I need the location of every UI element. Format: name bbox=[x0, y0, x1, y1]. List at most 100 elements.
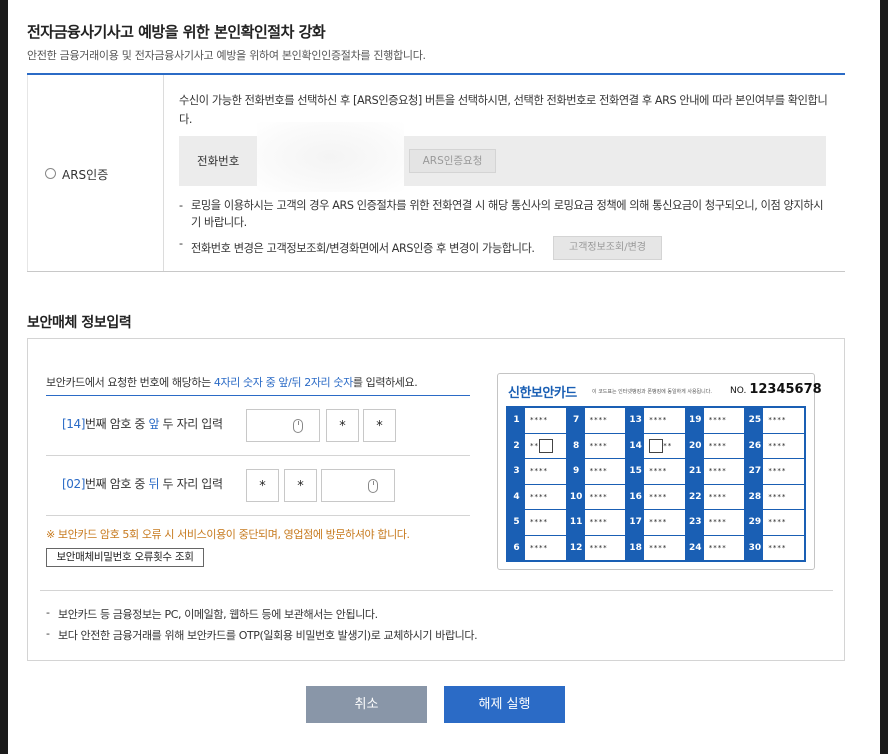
card-cell-value: **** bbox=[644, 459, 685, 484]
card-cell-value: **** bbox=[703, 408, 745, 433]
label-text: 번째 암호 중 bbox=[85, 417, 149, 431]
card-cell-value: **** bbox=[584, 535, 626, 560]
card-cell-value: **** bbox=[703, 510, 745, 535]
card-cell-number: 22 bbox=[689, 491, 702, 502]
mouse-icon bbox=[368, 479, 378, 493]
card-cell: 8 **** bbox=[568, 433, 626, 458]
code-row-front-label: [14]번째 암호 중 앞 두 자리 입력 bbox=[62, 415, 223, 432]
card-cell: 26 **** bbox=[746, 433, 804, 458]
card-cell-value: **** bbox=[703, 433, 745, 458]
card-cell: 3 **** bbox=[508, 459, 566, 484]
card-number-prefix: NO. bbox=[730, 386, 747, 396]
mouse-icon bbox=[293, 419, 303, 433]
card-cell-number: 7 bbox=[572, 415, 580, 426]
card-number-value: 12345678 bbox=[749, 382, 822, 397]
card-cell-number: 5 bbox=[513, 517, 520, 528]
card-cell-value: **** bbox=[703, 535, 745, 560]
page: 전자금융사기사고 예방을 위한 본인확인절차 강화 안전한 금융거래이용 및 전… bbox=[8, 0, 880, 754]
ars-radio[interactable] bbox=[45, 168, 56, 179]
card-cell: 12 **** bbox=[568, 535, 626, 560]
card-cell-number: 9 bbox=[572, 466, 580, 477]
card-cell-value: **** bbox=[584, 510, 626, 535]
error-count-button[interactable]: 보안매체비밀번호 오류횟수 조회 bbox=[46, 548, 204, 567]
cancel-button[interactable]: 취소 bbox=[306, 686, 427, 723]
card-cell-number: 26 bbox=[748, 440, 762, 451]
card-cell-number: 3 bbox=[513, 466, 520, 477]
front-digits-input[interactable] bbox=[246, 409, 320, 442]
card-cell: 30 **** bbox=[746, 535, 804, 560]
label-text: 두 자리 입력 bbox=[159, 477, 223, 491]
change-note: 전화번호 변경은 고객정보조회/변경화면에서 ARS인증 후 변경이 가능합니다… bbox=[179, 235, 535, 257]
card-cell-number: 14 bbox=[629, 440, 642, 451]
card-cell: 14 ** bbox=[627, 433, 685, 458]
card-cell-number: 13 bbox=[629, 415, 642, 426]
back-digits-input[interactable] bbox=[321, 469, 395, 502]
card-cell: 22 **** bbox=[687, 484, 745, 509]
card-cell-value: ** bbox=[644, 433, 685, 458]
code-position: 앞 bbox=[148, 417, 160, 431]
card-cell: 11 **** bbox=[568, 510, 626, 535]
card-cell-value: **** bbox=[584, 433, 626, 458]
card-cell-number: 19 bbox=[689, 415, 702, 426]
card-cell-number: 10 bbox=[569, 491, 583, 502]
card-cell-value: **** bbox=[644, 408, 685, 433]
label-text: 두 자리 입력 bbox=[159, 417, 223, 431]
footnote-1: 보안카드 등 금융정보는 PC, 이메일함, 웹하드 등에 보관해서는 안됩니다… bbox=[46, 606, 378, 622]
instr-prefix: 보안카드에서 요청한 번호에 해당하는 bbox=[46, 376, 214, 389]
card-cell-number: 15 bbox=[629, 466, 642, 477]
card-cell-value: **** bbox=[584, 459, 626, 484]
card-cell-number: 17 bbox=[629, 517, 642, 528]
page-subtitle: 안전한 금융거래이용 및 전자금융사기사고 예방을 위하여 본인확인인증절차를 … bbox=[27, 49, 426, 62]
phone-select-blurred[interactable] bbox=[257, 122, 404, 192]
card-cell-number: 8 bbox=[572, 440, 580, 451]
card-brand: 신한보안카드 bbox=[508, 386, 577, 401]
card-cell-value: **** bbox=[525, 510, 566, 535]
customer-info-change-button[interactable]: 고객정보조회/변경 bbox=[553, 236, 662, 260]
card-cell-number: 2 bbox=[513, 440, 520, 451]
masked-digit: * bbox=[246, 469, 279, 502]
divider bbox=[40, 590, 833, 591]
card-cell-number: 16 bbox=[629, 491, 642, 502]
card-cell-value: **** bbox=[584, 408, 626, 433]
card-cell-value: ** bbox=[525, 433, 566, 458]
card-cell-value: **** bbox=[763, 510, 804, 535]
card-cell-number: 27 bbox=[748, 466, 762, 477]
card-cell-value: **** bbox=[525, 459, 566, 484]
card-cell-value: **** bbox=[703, 459, 745, 484]
code-row-back-label: [02]번째 암호 중 뒤 두 자리 입력 bbox=[62, 475, 223, 492]
card-cell-number: 12 bbox=[569, 542, 583, 553]
highlight-box bbox=[649, 438, 664, 453]
code-position: 뒤 bbox=[148, 477, 160, 491]
card-cell-value: **** bbox=[644, 510, 685, 535]
card-cell-number: 1 bbox=[513, 415, 520, 426]
card-cell: 16 **** bbox=[627, 484, 685, 509]
card-cell-number: 29 bbox=[748, 517, 762, 528]
card-cell: 23 **** bbox=[687, 510, 745, 535]
card-cell: 21 **** bbox=[687, 459, 745, 484]
footnote-2: 보다 안전한 금융거래를 위해 보안카드를 OTP(일회용 비밀번호 발생기)로… bbox=[46, 627, 478, 643]
masked-digit: * bbox=[326, 409, 359, 442]
card-cell-value: **** bbox=[644, 484, 685, 509]
ars-request-button[interactable]: ARS인증요청 bbox=[409, 149, 496, 173]
card-cell-value: **** bbox=[525, 535, 566, 560]
phone-label: 전화번호 bbox=[197, 154, 240, 168]
submit-button[interactable]: 해제 실행 bbox=[444, 686, 565, 723]
card-cell: 24 **** bbox=[687, 535, 745, 560]
card-cell: 10 **** bbox=[568, 484, 626, 509]
page-title: 전자금융사기사고 예방을 위한 본인확인절차 강화 bbox=[27, 23, 326, 41]
instr-highlight: 4자리 숫자 중 앞/뒤 2자리 숫자 bbox=[213, 376, 353, 389]
ars-option-cell: ARS인증 bbox=[27, 75, 164, 271]
card-cell-value: **** bbox=[763, 484, 804, 509]
card-cell-value: **** bbox=[763, 535, 804, 560]
security-section-title: 보안매체 정보입력 bbox=[27, 315, 132, 331]
card-cell-value: **** bbox=[584, 484, 626, 509]
card-cell: 4 **** bbox=[508, 484, 566, 509]
card-cell: 5 **** bbox=[508, 510, 566, 535]
card-cell: 9 **** bbox=[568, 459, 626, 484]
code-row-front: [14]번째 암호 중 앞 두 자리 입력 * * bbox=[46, 396, 470, 456]
card-cell-number: 23 bbox=[689, 517, 702, 528]
ars-radio-label[interactable]: ARS인증 bbox=[62, 166, 108, 183]
card-cell: 6 **** bbox=[508, 535, 566, 560]
card-cell-number: 28 bbox=[748, 491, 762, 502]
card-cell-value: **** bbox=[644, 535, 685, 560]
